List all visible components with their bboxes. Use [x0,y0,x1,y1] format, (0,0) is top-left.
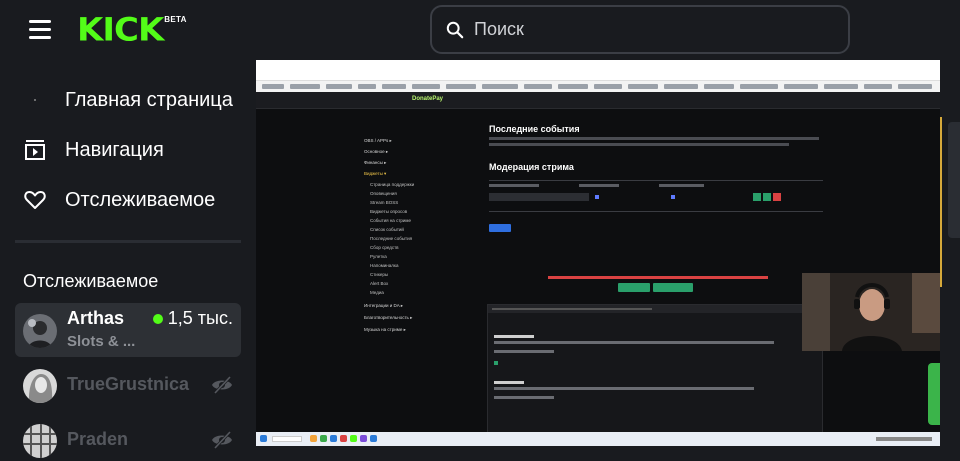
stream-warning-text [548,276,768,279]
offline-eye-slash-icon [212,376,232,394]
stream-messages-panel [487,304,823,446]
offline-eye-slash-icon [212,431,232,449]
search-input[interactable] [474,19,814,40]
channel-name: Arthas [67,308,125,328]
channel-name: TrueGrustnica [67,374,190,394]
stream-site-header: DonatePay [256,92,940,109]
viewer-count-text: 1,5 тыс. [167,308,233,328]
kick-logo[interactable]: KICK BETA [77,14,187,46]
logo-text: KICK [77,11,164,49]
sidebar: Главная страница Навигация Отслеживаемое… [0,60,256,461]
stream-side-widget [928,363,940,425]
home-icon [23,88,47,112]
avatar [23,369,57,403]
stream-site-logo: DonatePay [412,96,444,102]
stream-site-content: Последние события Модерация стрима [489,124,829,237]
heart-icon [23,188,47,212]
sidebar-divider [15,240,241,243]
search-bar[interactable] [430,5,850,54]
stream-heading-moderation: Модерация стрима [489,162,574,172]
browse-icon [23,138,47,162]
channel-name: Praden [67,429,129,449]
stream-site-menu: OBS / APPs ▸ Основное ▸ Финансы ▸ Виджет… [364,138,415,332]
stream-heading-events: Последние события [489,124,580,134]
sidebar-item-browse[interactable]: Навигация [23,138,164,162]
live-indicator-icon [152,313,163,324]
viewer-count: 1,5 тыс. [152,308,233,329]
followed-channel-praden[interactable]: Praden [15,413,241,461]
stream-video-player[interactable]: DonatePay OBS / APPs ▸ Основное ▸ Финанс… [256,60,940,446]
top-header: KICK BETA [0,0,960,60]
sidebar-item-following[interactable]: Отслеживаемое [23,188,215,212]
stream-bookmarks-bar [256,80,940,92]
followed-channel-truegrustnica[interactable]: TrueGrustnica [15,358,241,412]
right-edge-panel [940,60,960,461]
sidebar-item-label: Отслеживаемое [65,188,216,211]
sidebar-item-label: Главная страница [65,88,233,111]
avatar [23,424,57,458]
sidebar-item-home[interactable]: Главная страница [23,88,233,112]
streamer-webcam [802,273,940,351]
search-icon [446,21,464,38]
avatar [23,314,57,348]
menu-icon[interactable] [29,20,51,40]
followed-section-title: Отслеживаемое [23,271,159,291]
stream-windows-taskbar [256,432,940,446]
sidebar-item-label: Навигация [65,138,164,161]
followed-channel-arthas[interactable]: Arthas Slots & ... 1,5 тыс. [15,303,241,357]
channel-category: Slots & ... [67,333,136,350]
stream-browser-toolbar [256,60,940,92]
beta-badge: BETA [164,15,187,24]
